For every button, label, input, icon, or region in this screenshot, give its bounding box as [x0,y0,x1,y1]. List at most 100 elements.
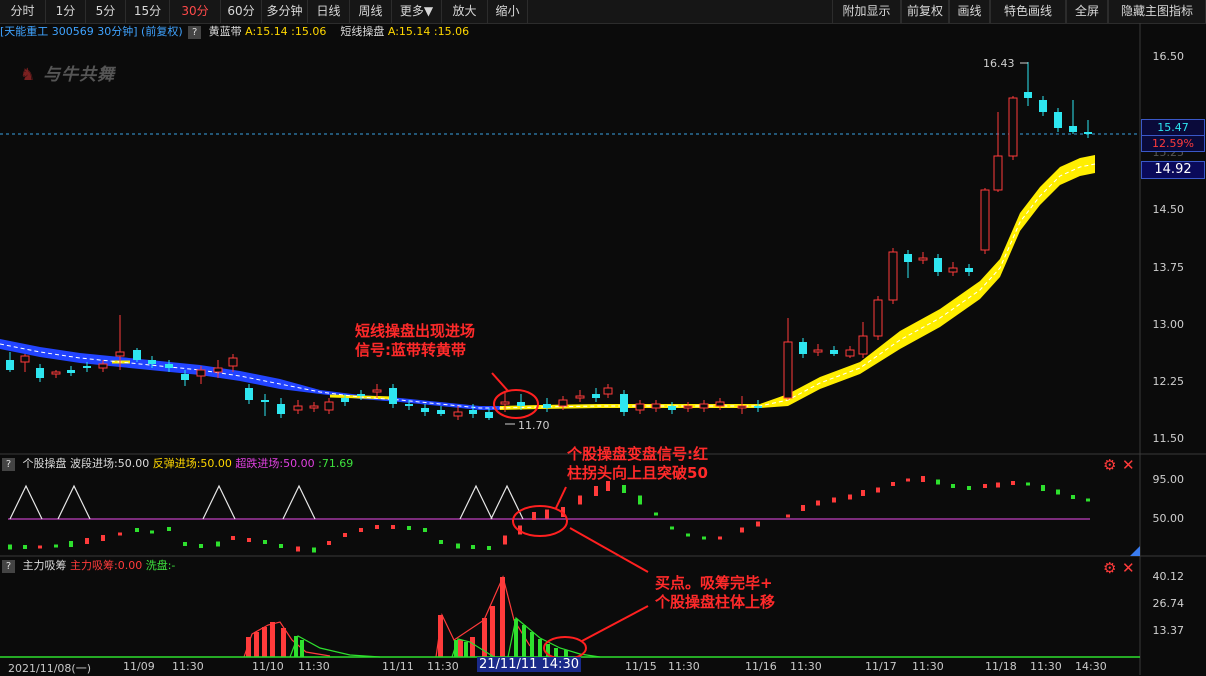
signal-triangle [490,484,524,520]
candle-body-up [948,267,958,273]
pane3-title: ? 主力吸筹 主力吸筹:0.00 洗盘:- [0,558,175,574]
help-icon[interactable]: ? [188,26,202,39]
green-bar [423,528,427,532]
date-label: 11:30 [668,660,700,673]
candle-body-down [165,364,173,368]
period-button-5[interactable]: 60分 [221,0,262,23]
candle-body-down [799,342,807,354]
close-icon[interactable]: ✕ [1122,458,1135,473]
accumulation-bar [438,615,443,657]
chart-canvas[interactable] [0,0,1206,675]
change-pct-tag: 12.59% [1141,135,1205,152]
green-bar [670,526,674,530]
period-button-8[interactable]: 周线 [350,0,392,23]
accumulation-line [435,575,531,658]
green-bar [1041,485,1045,491]
washout-bar [514,619,518,657]
red-bar [891,482,895,486]
stock-title[interactable]: [天能重工 300569 30分钟] (前复权) [0,25,183,38]
washout-line [289,635,381,658]
red-bar [816,500,820,506]
green-bar [951,484,955,488]
period-button-0[interactable]: 分时 [0,0,46,23]
pane3-axis-label: 40.12 [1152,570,1185,583]
bull-logo-icon: ♞ [20,65,37,85]
green-bar [456,543,460,549]
green-bar [279,544,283,548]
candle-body-down [181,374,189,380]
period-button-10[interactable]: 放大 [442,0,488,23]
period-button-7[interactable]: 日线 [308,0,350,23]
period-button-4[interactable]: 30分 [170,0,221,23]
accumulation-bar [490,606,495,657]
candle-body-down [934,258,942,272]
pane2-value-2: 反弹进场:50.00 [152,457,232,470]
date-label: 2021/11/08(一) [8,662,91,675]
settings-gear-icon[interactable]: ⚙ [1103,561,1116,576]
price-axis-label: 12.25 [1152,375,1185,388]
pane3-value-2: 洗盘:- [145,559,176,572]
period-button-11[interactable]: 缩小 [488,0,528,23]
signal-triangle [282,484,316,520]
annotation-arrow [555,486,567,509]
candle-body-down [36,368,44,378]
period-toolbar: 分时 1分 5分 15分 30分 60分 多分钟 日线 周线 更多▼ 放大 缩小 附加显示 前复权 画线 特色… [0,0,1206,24]
red-bar [983,484,987,488]
tool-button-5[interactable]: 隐藏主图指标 [1108,0,1206,23]
green-bar [54,544,58,548]
red-bar [231,536,235,540]
annotation-text: 短线操盘出现进场 信号:蓝带转黄带 [355,322,476,359]
green-bar [263,540,267,544]
red-bar [801,505,805,511]
period-button-1[interactable]: 1分 [46,0,86,23]
green-bar [1086,498,1090,502]
tool-button-3[interactable]: 特色画线 [990,0,1066,23]
red-bar [906,478,910,482]
pane3-name[interactable]: 主力吸筹 [23,559,67,572]
main-chart-title: [天能重工 300569 30分钟] (前复权) ? 黄蓝带 A:15.14 :… [0,24,469,40]
red-bar [594,486,598,496]
period-button-9[interactable]: 更多▼ [392,0,442,23]
candle-body-down [592,394,600,398]
annotation-circle [512,505,568,537]
accumulation-line [243,621,331,658]
tool-button-1[interactable]: 前复权 [901,0,949,23]
red-bar [861,490,865,496]
date-label: 11/11 [382,660,414,673]
annotation-circle [493,389,539,419]
candle-body-down [1039,100,1047,112]
candle-body-down [245,388,253,400]
date-label: 14:30 [1075,660,1107,673]
yellow-band-segment [539,404,621,409]
washout-bar [522,625,526,657]
red-bar [921,476,925,482]
candle-body-up [1008,97,1018,157]
price-axis-label: 13.00 [1152,318,1185,331]
candle-body-up [324,401,334,411]
pane2-name[interactable]: 个股操盘 [23,457,67,470]
tool-button-4[interactable]: 全屏 [1066,0,1108,23]
period-button-6[interactable]: 多分钟 [262,0,308,23]
tool-button-2[interactable]: 画线 [949,0,990,23]
ma-price-tag: 14.92 [1141,161,1205,179]
green-bar [167,527,171,531]
candle-body-up [918,257,928,261]
settings-gear-icon[interactable]: ⚙ [1103,458,1116,473]
green-bar [1071,495,1075,499]
period-button-2[interactable]: 5分 [86,0,126,23]
red-bar [518,525,522,535]
close-icon[interactable]: ✕ [1122,561,1135,576]
candle-body-down [754,406,762,408]
help-icon[interactable]: ? [2,458,15,471]
candle-body-down [277,404,285,414]
red-bar [532,512,536,520]
period-button-3[interactable]: 15分 [126,0,170,23]
help-icon[interactable]: ? [2,560,15,573]
tool-button-0[interactable]: 附加显示 [832,0,901,23]
scroll-marker-icon[interactable] [1130,546,1140,556]
yellow-band [500,155,1095,410]
candle-body-down [357,394,365,396]
indicator1-name: 黄蓝带 [208,25,242,38]
candle-body-up [888,251,898,301]
candle-body-down [437,410,445,414]
